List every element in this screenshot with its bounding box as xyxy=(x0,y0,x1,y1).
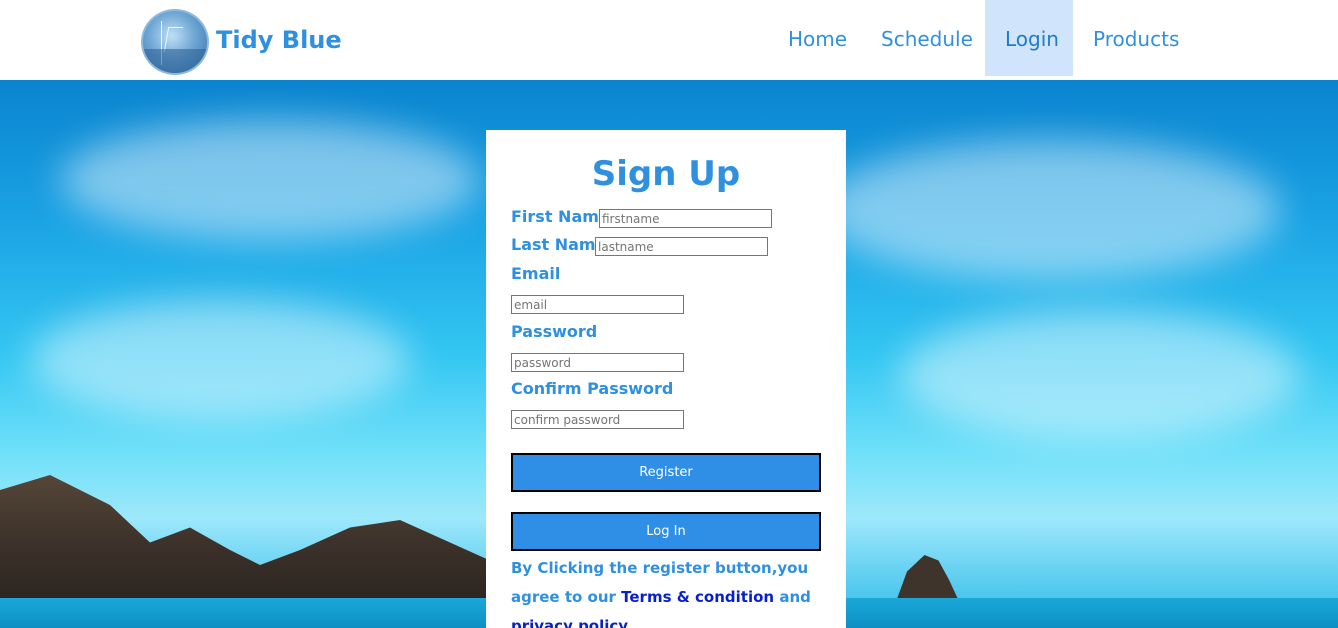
logo-wave xyxy=(143,49,207,73)
navbar: Tidy Blue Home Schedule Login Products xyxy=(0,0,1338,80)
cloud xyxy=(60,120,480,240)
agreement-text: By Clicking the register button,you agre… xyxy=(511,554,831,628)
password-input[interactable] xyxy=(511,353,684,372)
last-name-label: Last Name xyxy=(511,235,607,254)
first-name-input[interactable] xyxy=(599,209,772,228)
password-label: Password xyxy=(511,322,598,341)
privacy-policy-link[interactable]: privacy policy xyxy=(511,617,628,628)
last-name-input[interactable] xyxy=(595,237,768,256)
first-name-label: First Name xyxy=(511,207,610,226)
nav-login[interactable]: Login xyxy=(985,0,1073,76)
nav-schedule[interactable]: Schedule xyxy=(861,0,993,76)
register-button[interactable]: Register xyxy=(511,453,821,492)
cloud xyxy=(900,310,1300,440)
email-label: Email xyxy=(511,264,561,283)
nav-home[interactable]: Home xyxy=(768,0,867,76)
tidy-blue-logo-icon[interactable] xyxy=(141,9,209,75)
signup-title: Sign Up xyxy=(591,154,741,194)
coastal-rocks xyxy=(0,475,500,610)
cloud xyxy=(820,140,1280,280)
signup-card: Sign Up First Name Last Name Email Passw… xyxy=(486,130,846,628)
confirm-password-input[interactable] xyxy=(511,410,684,429)
terms-link[interactable]: Terms & condition xyxy=(621,588,774,606)
email-input[interactable] xyxy=(511,295,684,314)
agreement-and: and xyxy=(779,588,811,606)
cloud xyxy=(30,300,410,420)
confirm-password-label: Confirm Password xyxy=(511,379,674,398)
login-button[interactable]: Log In xyxy=(511,512,821,551)
brand-name[interactable]: Tidy Blue xyxy=(216,26,342,54)
nav-products[interactable]: Products xyxy=(1073,0,1199,76)
